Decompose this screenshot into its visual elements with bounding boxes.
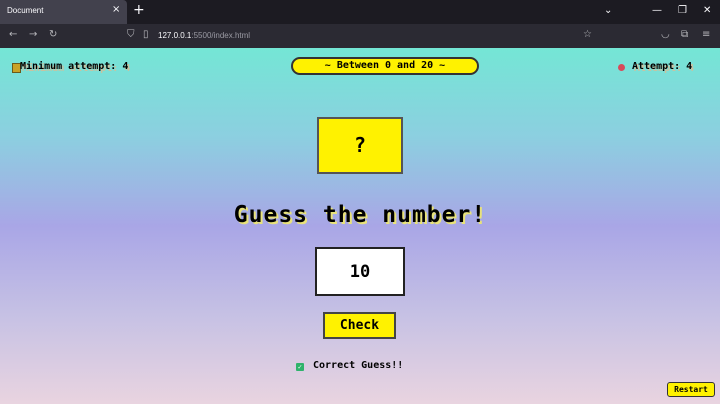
check-button[interactable]: Check [323,312,396,339]
url-host: 127.0.0.1 [158,31,192,40]
pocket-icon[interactable]: ◡ [661,29,670,40]
tab-close-icon[interactable]: × [112,4,120,15]
page-info-icon[interactable]: ▯ [143,29,149,40]
back-icon[interactable]: ← [9,29,17,40]
forward-icon[interactable]: → [29,29,37,40]
attempt-counter: Attempt: 4 [632,61,693,72]
new-tab-icon[interactable]: + [133,2,145,18]
bookmark-star-icon[interactable]: ☆ [583,29,592,40]
restore-icon[interactable]: ❐ [678,5,687,16]
restart-button[interactable]: Restart [667,382,715,397]
browser-tab[interactable]: Document × [0,0,127,24]
minimize-icon[interactable]: — [652,5,662,16]
reload-icon[interactable]: ↻ [49,29,57,40]
close-window-icon[interactable]: ✕ [703,5,711,16]
browser-nav-bar: ← → ↻ ⛉ ▯ 127.0.0.1:5500/index.html ☆ ◡ … [0,24,720,48]
browser-tab-bar: Document × + ⌄ — ❐ ✕ [0,0,720,24]
extensions-icon[interactable]: ⧉ [681,29,688,40]
heart-icon [618,64,625,71]
menu-icon[interactable]: ≡ [702,29,710,40]
status-message: Correct Guess!! [313,360,404,371]
min-attempt-label: Minimum attempt: 4 [20,61,129,72]
url-path: :5500/index.html [191,31,251,40]
check-mark-icon: ✓ [296,363,304,371]
page-title: Guess the number! [233,202,487,228]
secret-number-box: ? [317,117,403,174]
url-bar[interactable]: 127.0.0.1:5500/index.html [158,31,250,40]
tab-title: Document [7,6,44,15]
shield-icon[interactable]: ⛉ [127,29,135,40]
guess-input[interactable] [315,247,405,296]
tab-list-icon[interactable]: ⌄ [604,5,612,16]
range-badge: ~ Between 0 and 20 ~ [291,57,479,75]
game-page: Minimum attempt: 4 ~ Between 0 and 20 ~ … [0,48,720,404]
